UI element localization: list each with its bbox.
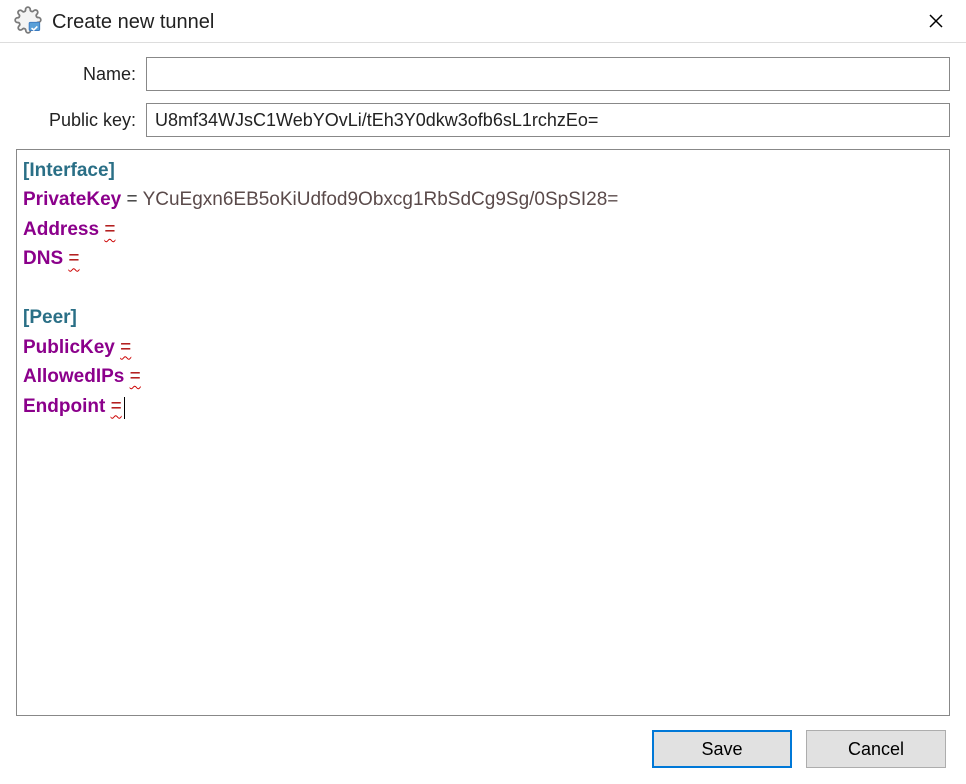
section-interface: [Interface] bbox=[23, 160, 115, 181]
config-editor[interactable]: [Interface] PrivateKey = YCuEgxn6EB5oKiU… bbox=[16, 149, 950, 716]
cfg-private-key-label: PrivateKey bbox=[23, 189, 121, 210]
window-title: Create new tunnel bbox=[52, 11, 214, 34]
name-row: Name: bbox=[16, 57, 950, 91]
title-bar: Create new tunnel bbox=[0, 0, 966, 43]
cfg-endpoint-label: Endpoint bbox=[23, 396, 105, 417]
close-button[interactable] bbox=[916, 6, 956, 38]
dialog-window: Create new tunnel Name: Public key: U8mf… bbox=[0, 0, 966, 784]
dialog-body: Name: Public key: U8mf34WJsC1WebYOvLi/tE… bbox=[0, 43, 966, 784]
gear-icon bbox=[14, 6, 42, 38]
name-input[interactable] bbox=[146, 57, 950, 91]
public-key-readonly[interactable]: U8mf34WJsC1WebYOvLi/tEh3Y0dkw3ofb6sL1rch… bbox=[146, 103, 950, 137]
button-row: Save Cancel bbox=[16, 716, 950, 772]
close-icon bbox=[928, 9, 944, 35]
cfg-peer-public-key-label: PublicKey bbox=[23, 337, 115, 358]
cfg-allowed-ips-label: AllowedIPs bbox=[23, 366, 124, 387]
equals-sign: = bbox=[127, 189, 138, 210]
cfg-dns-label: DNS bbox=[23, 248, 63, 269]
cfg-peer-public-key-error: = bbox=[120, 337, 131, 358]
cfg-allowed-ips-error: = bbox=[130, 366, 141, 387]
cfg-private-key-value: YCuEgxn6EB5oKiUdfod9Obxcg1RbSdCg9Sg/0SpS… bbox=[143, 189, 619, 210]
text-caret bbox=[124, 397, 125, 419]
cfg-address-label: Address bbox=[23, 219, 99, 240]
name-label: Name: bbox=[16, 64, 146, 85]
cfg-address-error: = bbox=[104, 219, 115, 240]
cancel-button[interactable]: Cancel bbox=[806, 730, 946, 768]
public-key-label: Public key: bbox=[16, 110, 146, 131]
save-button[interactable]: Save bbox=[652, 730, 792, 768]
title-bar-left: Create new tunnel bbox=[14, 6, 214, 38]
cfg-dns-error: = bbox=[68, 248, 79, 269]
cfg-endpoint-error: = bbox=[111, 396, 122, 417]
section-peer: [Peer] bbox=[23, 307, 77, 328]
public-key-row: Public key: U8mf34WJsC1WebYOvLi/tEh3Y0dk… bbox=[16, 103, 950, 137]
